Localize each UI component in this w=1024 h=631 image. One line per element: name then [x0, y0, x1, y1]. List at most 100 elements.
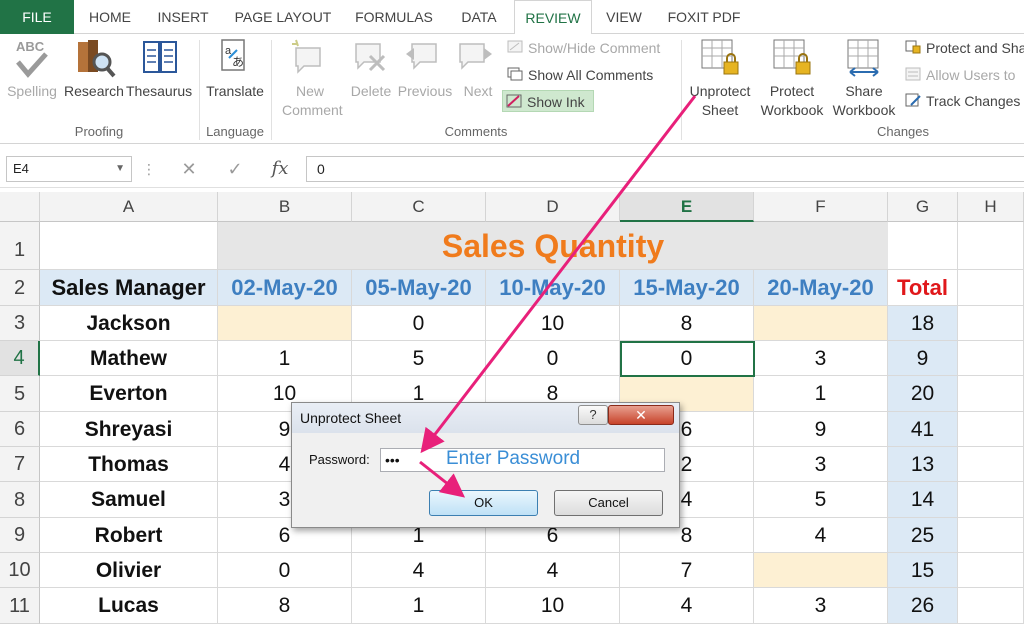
cell-a1[interactable] — [40, 222, 218, 270]
show-all-comments-button[interactable]: Show All Comments — [504, 64, 653, 86]
value-cell[interactable]: 3 — [754, 447, 888, 482]
total-cell[interactable]: 13 — [888, 447, 958, 482]
row-header-11[interactable]: 11 — [0, 588, 40, 624]
manager-name-cell[interactable]: Olivier — [40, 553, 218, 588]
row-header-8[interactable]: 8 — [0, 482, 40, 518]
cell-h[interactable] — [958, 482, 1024, 518]
tab-formulas[interactable]: FORMULAS — [346, 0, 442, 34]
value-cell[interactable]: 3 — [754, 588, 888, 624]
column-header-c[interactable]: C — [352, 192, 486, 222]
cell-h[interactable] — [958, 306, 1024, 341]
cell-g1[interactable] — [888, 222, 958, 270]
value-cell[interactable]: 1 — [218, 341, 352, 376]
translate-button[interactable]: Translate — [202, 82, 268, 101]
value-cell[interactable]: 1 — [352, 588, 486, 624]
cell-h[interactable] — [958, 376, 1024, 412]
manager-name-cell[interactable]: Everton — [40, 376, 218, 412]
value-cell[interactable]: 8 — [218, 588, 352, 624]
cancel-formula-icon[interactable]: ✕ — [172, 156, 206, 182]
total-cell[interactable]: 18 — [888, 306, 958, 341]
column-header-b[interactable]: B — [218, 192, 352, 222]
total-cell[interactable]: 41 — [888, 412, 958, 447]
row-header-1[interactable]: 1 — [0, 222, 40, 270]
tab-file[interactable]: FILE — [0, 0, 74, 34]
help-icon[interactable]: ? — [578, 405, 608, 425]
track-changes-button[interactable]: Track Changes — [902, 90, 1020, 112]
next-comment-button[interactable]: Next — [458, 82, 498, 101]
value-cell[interactable]: 0 — [352, 306, 486, 341]
total-cell[interactable]: 14 — [888, 482, 958, 518]
header-date[interactable]: 10-May-20 — [486, 270, 620, 306]
value-cell[interactable]: 10 — [486, 588, 620, 624]
manager-name-cell[interactable]: Shreyasi — [40, 412, 218, 447]
value-cell[interactable]: 4 — [486, 553, 620, 588]
total-cell[interactable]: 15 — [888, 553, 958, 588]
tab-insert[interactable]: INSERT — [146, 0, 220, 34]
protect-workbook-button[interactable]: Protect Workbook — [756, 82, 828, 120]
value-cell[interactable]: 10 — [486, 306, 620, 341]
show-hide-comment-button[interactable]: Show/Hide Comment — [504, 37, 660, 59]
value-cell[interactable]: 7 — [620, 553, 754, 588]
value-cell[interactable]: 4 — [620, 588, 754, 624]
header-date[interactable]: 05-May-20 — [352, 270, 486, 306]
show-ink-button[interactable]: Show Ink — [502, 90, 594, 112]
row-header-2[interactable]: 2 — [0, 270, 40, 306]
cell-h[interactable] — [958, 412, 1024, 447]
column-header-f[interactable]: F — [754, 192, 888, 222]
row-header-4[interactable]: 4 — [0, 341, 40, 376]
enter-formula-icon[interactable]: ✓ — [218, 156, 252, 182]
row-header-10[interactable]: 10 — [0, 553, 40, 588]
close-icon[interactable]: ✕ — [608, 405, 674, 425]
row-header-9[interactable]: 9 — [0, 518, 40, 553]
cell-h[interactable] — [958, 518, 1024, 553]
header-date[interactable]: 02-May-20 — [218, 270, 352, 306]
manager-name-cell[interactable]: Samuel — [40, 482, 218, 518]
value-cell[interactable]: 4 — [352, 553, 486, 588]
allow-users-button[interactable]: Allow Users to — [902, 64, 1015, 86]
value-cell[interactable]: 4 — [754, 518, 888, 553]
cell-h[interactable] — [958, 447, 1024, 482]
cancel-button[interactable]: Cancel — [554, 490, 663, 516]
tab-review[interactable]: REVIEW — [514, 0, 592, 35]
total-cell[interactable]: 9 — [888, 341, 958, 376]
manager-name-cell[interactable]: Jackson — [40, 306, 218, 341]
tab-view[interactable]: VIEW — [596, 0, 652, 34]
column-header-e[interactable]: E — [620, 192, 754, 222]
name-box[interactable]: E4 ▼ — [6, 156, 132, 182]
column-header-a[interactable]: A — [40, 192, 218, 222]
tab-foxit-pdf[interactable]: FOXIT PDF — [656, 0, 752, 34]
value-cell[interactable] — [754, 553, 888, 588]
cell-h2[interactable] — [958, 270, 1024, 306]
value-cell[interactable]: 5 — [352, 341, 486, 376]
column-header-h[interactable]: H — [958, 192, 1024, 222]
column-header-g[interactable]: G — [888, 192, 958, 222]
row-header-5[interactable]: 5 — [0, 376, 40, 412]
value-cell[interactable]: 0 — [218, 553, 352, 588]
tab-page-layout[interactable]: PAGE LAYOUT — [224, 0, 342, 34]
unprotect-sheet-button[interactable]: Unprotect Sheet — [684, 82, 756, 120]
select-all-corner[interactable] — [0, 192, 40, 222]
cell-h[interactable] — [958, 588, 1024, 624]
value-cell[interactable]: 1 — [754, 376, 888, 412]
tab-data[interactable]: DATA — [446, 0, 512, 34]
formula-input[interactable]: 0 — [306, 156, 1024, 182]
cell-h[interactable] — [958, 553, 1024, 588]
chevron-down-icon[interactable]: ▼ — [115, 157, 125, 181]
column-header-d[interactable]: D — [486, 192, 620, 222]
value-cell[interactable]: 8 — [620, 306, 754, 341]
protect-and-share-button[interactable]: Protect and Sha — [902, 37, 1024, 59]
header-total[interactable]: Total — [888, 270, 958, 306]
manager-name-cell[interactable]: Lucas — [40, 588, 218, 624]
row-header-7[interactable]: 7 — [0, 447, 40, 482]
header-date[interactable]: 15-May-20 — [620, 270, 754, 306]
ok-button[interactable]: OK — [429, 490, 538, 516]
delete-comment-button[interactable]: Delete — [346, 82, 396, 101]
tab-home[interactable]: HOME — [78, 0, 142, 34]
research-button[interactable]: Research — [64, 82, 124, 101]
value-cell[interactable]: 3 — [754, 341, 888, 376]
thesaurus-button[interactable]: Thesaurus — [126, 82, 192, 101]
insert-function-icon[interactable]: fx — [262, 156, 298, 182]
spelling-button[interactable]: Spelling — [4, 82, 60, 101]
value-cell[interactable]: 5 — [754, 482, 888, 518]
total-cell[interactable]: 20 — [888, 376, 958, 412]
